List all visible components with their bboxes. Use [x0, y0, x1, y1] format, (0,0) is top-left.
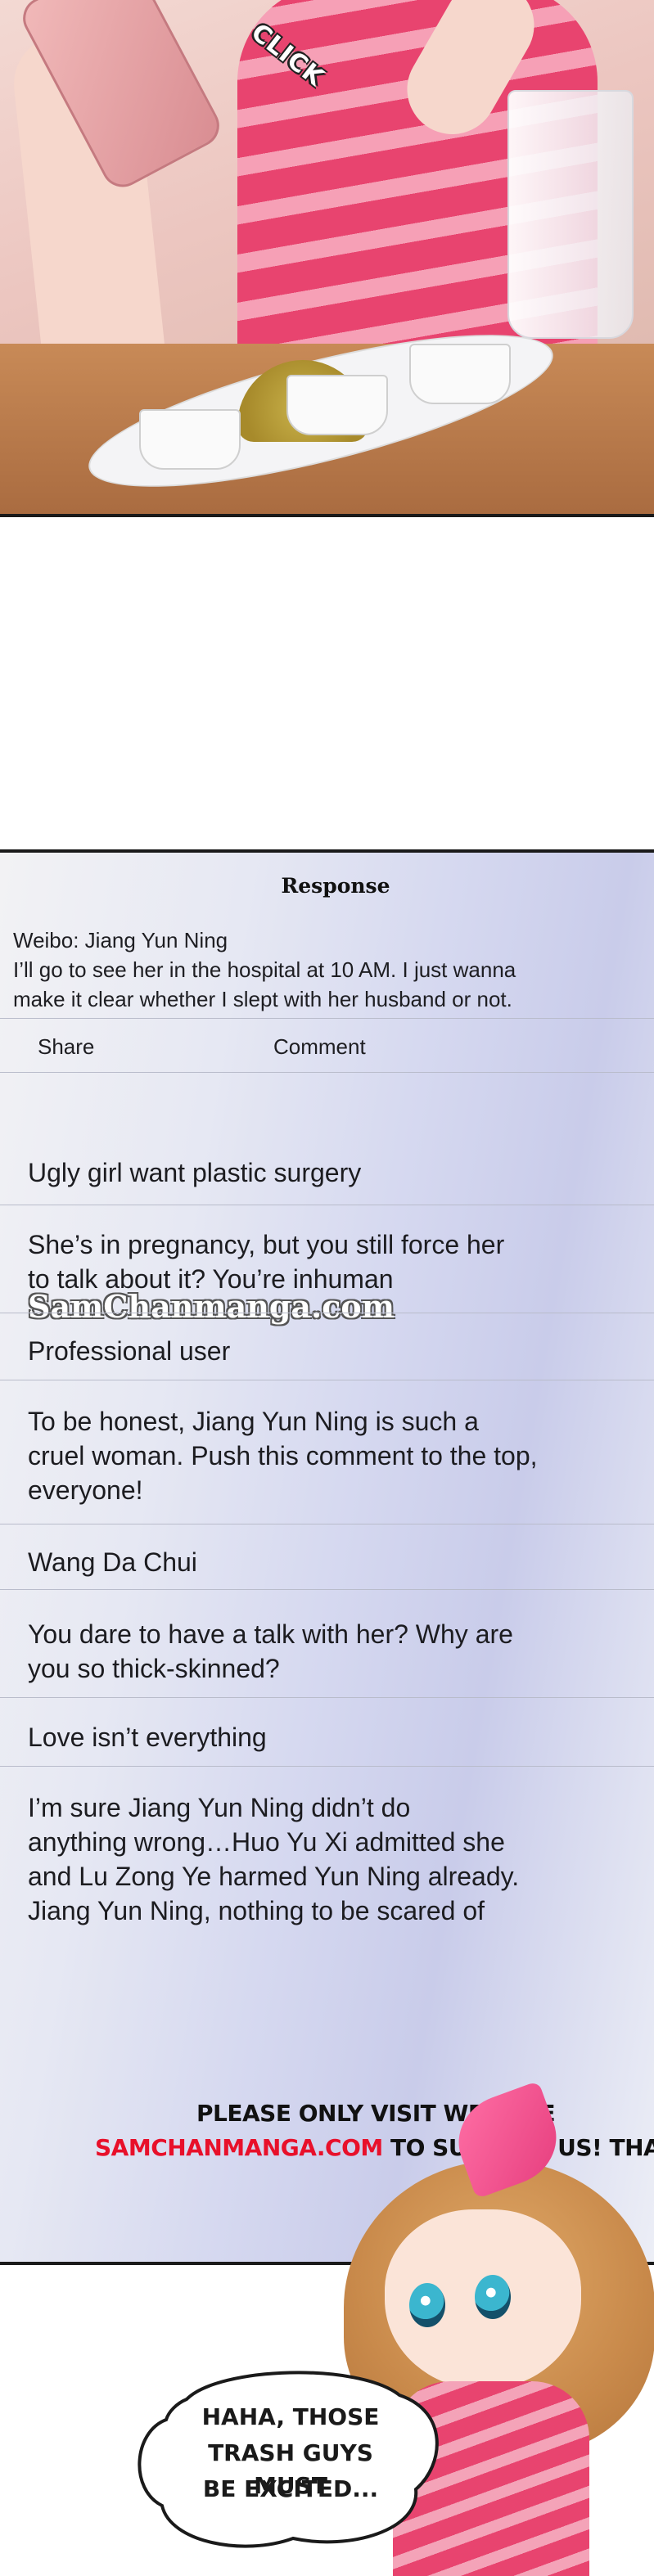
comment-text-line: Ugly girl want plastic surgery — [28, 1158, 362, 1187]
post-text-line-1: I’ll go to see her in the hospital at 10… — [13, 957, 516, 982]
post-author: Weibo: Jiang Yun Ning — [13, 928, 228, 952]
divider — [0, 1018, 654, 1019]
divider — [0, 1766, 654, 1767]
comment-text-line: She’s in pregnancy, but you still force … — [28, 1230, 505, 1259]
comment-text-line: Professional user — [28, 1336, 231, 1366]
divider — [0, 1072, 654, 1073]
top-comic-panel: CLICK — [0, 0, 654, 517]
comment-item: Professional user — [28, 1334, 617, 1368]
comment-text-line: I’m sure Jiang Yun Ning didn’t do — [28, 1793, 411, 1822]
comment-text-line: Love isn’t everything — [28, 1723, 267, 1752]
comment-item: I’m sure Jiang Yun Ning didn’t do anythi… — [28, 1790, 617, 1928]
comment-item: Ugly girl want plastic surgery — [28, 1155, 617, 1190]
sauce-cup-2 — [286, 375, 388, 435]
post-text-line-2: make it clear whether I slept with her h… — [13, 987, 512, 1011]
screen-panel: Response Weibo: Jiang Yun Ning I’ll go t… — [0, 849, 654, 2265]
watermark-text: SamChanmanga.com — [28, 1288, 395, 1325]
translator-note-line-2: SAMCHANMANGA.COM TO SUPPORT US! THANK YO… — [95, 2134, 654, 2161]
comment-item: Wang Da Chui — [28, 1545, 617, 1579]
comment-text-line: and Lu Zong Ye harmed Yun Ning already. — [28, 1862, 520, 1891]
comment-item: She’s in pregnancy, but you still force … — [28, 1227, 617, 1296]
chibi-right-eye — [475, 2275, 511, 2319]
divider — [0, 1697, 654, 1698]
screen-title: Response — [281, 874, 390, 898]
comment-item: Love isn’t everything — [28, 1720, 617, 1754]
share-button[interactable]: Share — [38, 1034, 94, 1060]
sauce-cup-3 — [409, 344, 511, 404]
glass-illustration — [507, 90, 634, 339]
comment-button[interactable]: Comment — [273, 1034, 366, 1060]
comment-item: To be honest, Jiang Yun Ning is such a c… — [28, 1404, 617, 1507]
speech-line-3: BE EXCITED... — [202, 2475, 379, 2502]
comment-text-line: anything wrong…Huo Yu Xi admitted she — [28, 1827, 505, 1857]
comment-text-line: Wang Da Chui — [28, 1547, 197, 1577]
comment-text-line: cruel woman. Push this comment to the to… — [28, 1441, 538, 1470]
sauce-cup-1 — [139, 409, 241, 470]
comment-text-line: Jiang Yun Ning, nothing to be scared of — [28, 1896, 485, 1925]
comment-item: You dare to have a talk with her? Why ar… — [28, 1617, 617, 1686]
comment-text-line: To be honest, Jiang Yun Ning is such a — [28, 1407, 479, 1436]
comment-text-line: you so thick-skinned? — [28, 1654, 280, 1683]
speech-line-1: HAHA, THOSE — [201, 2403, 380, 2430]
chibi-left-eye — [409, 2283, 445, 2327]
site-name-link[interactable]: SAMCHANMANGA.COM — [95, 2134, 383, 2161]
divider — [0, 1589, 654, 1590]
comment-text-line: everyone! — [28, 1475, 143, 1505]
comment-text-line: You dare to have a talk with her? Why ar… — [28, 1619, 513, 1649]
